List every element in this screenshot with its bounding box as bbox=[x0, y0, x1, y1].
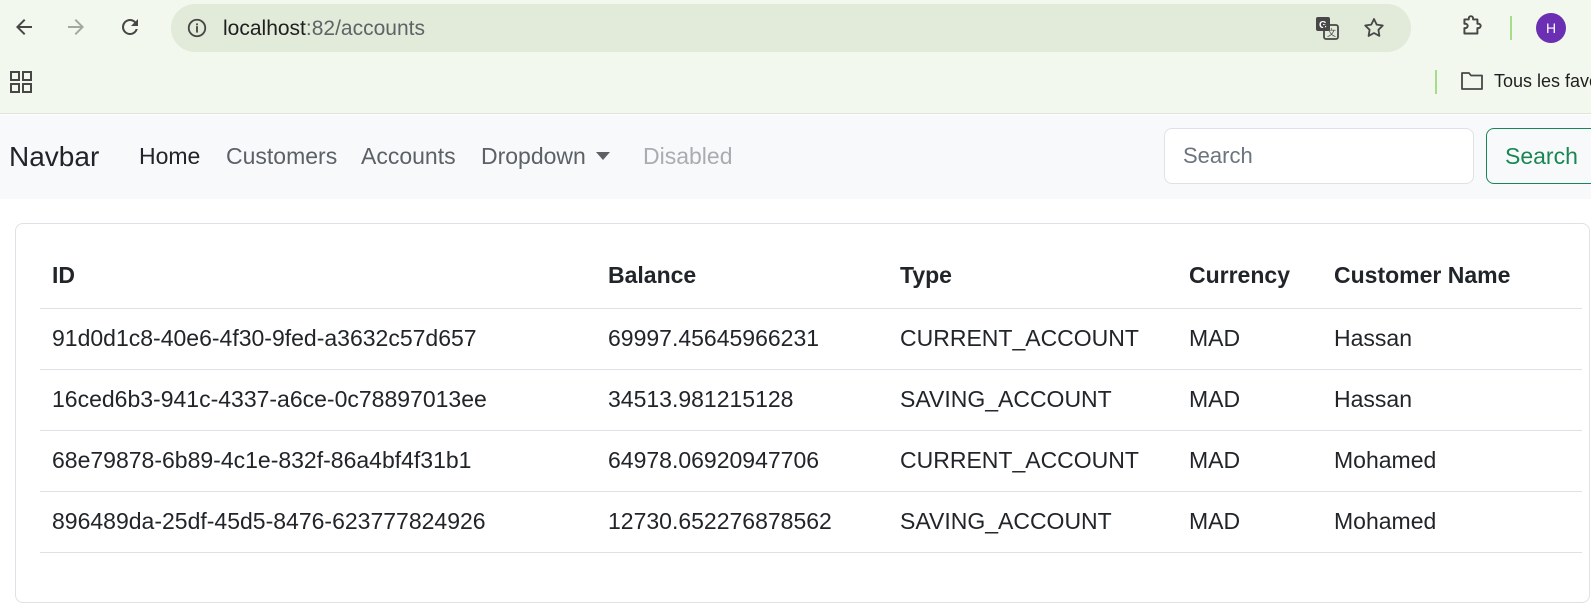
forward-button[interactable] bbox=[58, 9, 94, 45]
folder-icon bbox=[1461, 72, 1483, 90]
caret-down-icon bbox=[595, 151, 610, 160]
extensions-button[interactable] bbox=[1455, 10, 1489, 44]
header-type: Type bbox=[888, 244, 1177, 309]
cell-balance: 34513.981215128 bbox=[596, 369, 888, 431]
cell-customer-name: Hassan bbox=[1322, 369, 1582, 431]
apps-grid-icon[interactable] bbox=[9, 70, 33, 94]
search-button[interactable]: Search bbox=[1486, 128, 1591, 184]
bookmark-folder[interactable]: Tous les favoris bbox=[1460, 70, 1591, 92]
cell-customer-name: Mohamed bbox=[1322, 430, 1582, 492]
accounts-table: ID Balance Type Currency Customer Name 9… bbox=[40, 244, 1582, 553]
arrow-right-icon bbox=[68, 19, 84, 35]
cell-currency: MAD bbox=[1177, 369, 1322, 431]
table-row: 91d0d1c8-40e6-4f30-9fed-a3632c57d657 699… bbox=[40, 308, 1582, 370]
nav-dropdown[interactable]: Dropdown bbox=[481, 143, 610, 170]
browser-chrome: localhost:82/accounts G 文 H Tous les fav bbox=[0, 0, 1591, 114]
cell-currency: MAD bbox=[1177, 491, 1322, 553]
table-row: 68e79878-6b89-4c1e-832f-86a4bf4f31b1 649… bbox=[40, 430, 1582, 492]
navbar-brand[interactable]: Navbar bbox=[9, 141, 99, 173]
star-icon[interactable] bbox=[1359, 14, 1389, 42]
cell-currency: MAD bbox=[1177, 430, 1322, 492]
cell-id: 91d0d1c8-40e6-4f30-9fed-a3632c57d657 bbox=[40, 308, 596, 370]
header-customer-name: Customer Name bbox=[1322, 244, 1582, 309]
reload-icon bbox=[122, 18, 138, 35]
table-header-row: ID Balance Type Currency Customer Name bbox=[40, 244, 1582, 309]
cell-id: 896489da-25df-45d5-8476-623777824926 bbox=[40, 491, 596, 553]
profile-avatar[interactable]: H bbox=[1536, 13, 1566, 43]
puzzle-icon bbox=[1463, 15, 1482, 35]
app-navbar: Navbar Home Customers Accounts Dropdown … bbox=[0, 115, 1591, 199]
cell-balance: 64978.06920947706 bbox=[596, 430, 888, 492]
header-currency: Currency bbox=[1177, 244, 1322, 309]
cell-id: 16ced6b3-941c-4337-a6ce-0c78897013ee bbox=[40, 369, 596, 431]
nav-link-home[interactable]: Home bbox=[139, 143, 200, 170]
url-host: localhost bbox=[223, 17, 306, 40]
toolbar-separator bbox=[1510, 16, 1512, 40]
nav-link-customers[interactable]: Customers bbox=[226, 143, 337, 170]
arrow-left-icon bbox=[16, 19, 32, 35]
cell-customer-name: Mohamed bbox=[1322, 491, 1582, 553]
info-icon[interactable] bbox=[183, 14, 211, 42]
table-row: 16ced6b3-941c-4337-a6ce-0c78897013ee 345… bbox=[40, 369, 1582, 431]
header-balance: Balance bbox=[596, 244, 888, 309]
header-id: ID bbox=[40, 244, 596, 309]
cell-balance: 12730.652276878562 bbox=[596, 491, 888, 553]
url-text[interactable]: localhost:82/accounts bbox=[223, 17, 425, 41]
cell-balance: 69997.45645966231 bbox=[596, 308, 888, 370]
translate-icon[interactable]: G 文 bbox=[1312, 14, 1342, 42]
cell-customer-name: Hassan bbox=[1322, 308, 1582, 370]
nav-link-accounts[interactable]: Accounts bbox=[361, 143, 456, 170]
svg-text:文: 文 bbox=[1327, 27, 1336, 38]
nav-dropdown-label: Dropdown bbox=[481, 143, 586, 169]
bookmark-folder-label: Tous les favoris bbox=[1494, 70, 1591, 91]
address-bar[interactable]: localhost:82/accounts G 文 bbox=[171, 4, 1411, 52]
cell-type: CURRENT_ACCOUNT bbox=[888, 430, 1177, 492]
url-path: :82/accounts bbox=[305, 17, 425, 40]
nav-link-disabled: Disabled bbox=[643, 143, 733, 169]
bookmarks-clip: Tous les favoris bbox=[1455, 64, 1591, 100]
cell-type: SAVING_ACCOUNT bbox=[888, 369, 1177, 431]
cell-type: SAVING_ACCOUNT bbox=[888, 491, 1177, 553]
accounts-card: ID Balance Type Currency Customer Name 9… bbox=[15, 223, 1590, 603]
table-row: 896489da-25df-45d5-8476-623777824926 127… bbox=[40, 491, 1582, 553]
bookmarks-separator bbox=[1435, 70, 1437, 94]
cell-type: CURRENT_ACCOUNT bbox=[888, 308, 1177, 370]
back-button[interactable] bbox=[6, 9, 42, 45]
cell-currency: MAD bbox=[1177, 308, 1322, 370]
reload-button[interactable] bbox=[112, 9, 148, 45]
cell-id: 68e79878-6b89-4c1e-832f-86a4bf4f31b1 bbox=[40, 430, 596, 492]
search-input[interactable] bbox=[1164, 128, 1474, 184]
